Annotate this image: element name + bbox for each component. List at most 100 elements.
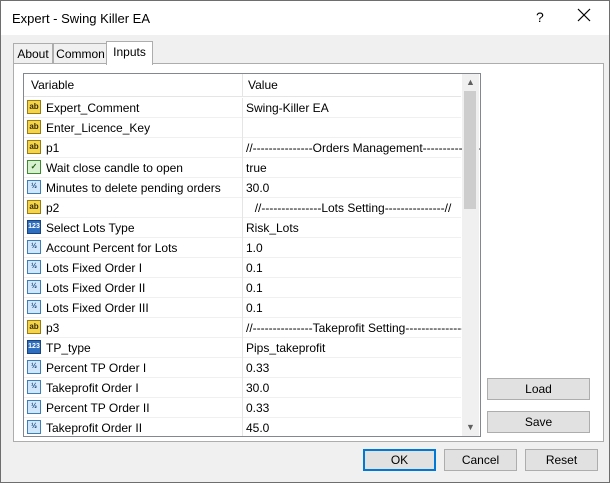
column-divider: [242, 358, 243, 378]
variable-value[interactable]: //---------------Takeprofit Setting-----…: [246, 318, 472, 338]
table-row[interactable]: ab Expert_Comment Swing-Killer EA: [24, 98, 461, 118]
column-header-variable[interactable]: Variable: [31, 74, 74, 96]
double-type-icon: ½: [27, 180, 41, 194]
vertical-scrollbar[interactable]: ▲ ▼: [462, 74, 479, 436]
table-row[interactable]: ½ Minutes to delete pending orders 30.0: [24, 178, 461, 198]
column-divider: [242, 138, 243, 158]
inputs-table[interactable]: Variable Value ab Expert_Comment Swing-Kil…: [23, 73, 481, 437]
title-bar[interactable]: Expert - Swing Killer EA ?: [1, 1, 609, 35]
table-row[interactable]: ½ Account Percent for Lots 1.0: [24, 238, 461, 258]
table-row[interactable]: ½ Percent TP Order I 0.33: [24, 358, 461, 378]
table-row[interactable]: ab p1 //---------------Orders Management--…: [24, 138, 480, 158]
table-body: ab Expert_Comment Swing-Killer EA ab Enter_L…: [24, 98, 480, 436]
scroll-up-icon[interactable]: ▲: [462, 74, 479, 91]
column-divider: [242, 258, 243, 278]
enum-type-icon: 123: [27, 220, 41, 234]
variable-value[interactable]: 30.0: [246, 178, 269, 198]
table-row[interactable]: ½ Percent TP Order II 0.33: [24, 398, 461, 418]
table-row[interactable]: 123 Select Lots Type Risk_Lots: [24, 218, 461, 238]
string-type-icon: ab: [27, 320, 41, 334]
table-row[interactable]: ½ Lots Fixed Order III 0.1: [24, 298, 461, 318]
tab-about[interactable]: About: [13, 43, 53, 64]
load-button[interactable]: Load: [487, 378, 590, 400]
double-type-icon: ½: [27, 360, 41, 374]
table-header: Variable Value: [24, 74, 461, 97]
column-divider: [242, 198, 243, 218]
scroll-thumb[interactable]: [464, 91, 476, 209]
double-type-icon: ½: [27, 300, 41, 314]
save-button[interactable]: Save: [487, 411, 590, 433]
ok-button[interactable]: OK: [363, 449, 436, 471]
tab-inputs[interactable]: Inputs: [106, 41, 153, 65]
double-type-icon: ½: [27, 260, 41, 274]
variable-value[interactable]: 30.0: [246, 378, 269, 398]
table-row[interactable]: ½ Lots Fixed Order I 0.1: [24, 258, 461, 278]
column-header-value[interactable]: Value: [248, 74, 278, 96]
variable-name: Percent TP Order II: [46, 401, 150, 415]
column-divider: [242, 398, 243, 418]
table-row[interactable]: ½ Takeprofit Order II 45.0: [24, 418, 461, 436]
string-type-icon: ab: [27, 100, 41, 114]
variable-name: Takeprofit Order II: [46, 421, 143, 435]
variable-name: Percent TP Order I: [46, 361, 147, 375]
column-divider: [242, 98, 243, 118]
variable-name: Takeprofit Order I: [46, 381, 139, 395]
variable-value[interactable]: 0.1: [246, 298, 263, 318]
variable-value[interactable]: Swing-Killer EA: [246, 98, 329, 118]
variable-value[interactable]: //---------------Orders Management------…: [246, 138, 480, 158]
variable-value[interactable]: 0.33: [246, 358, 269, 378]
variable-value[interactable]: Risk_Lots: [246, 218, 299, 238]
column-divider: [242, 338, 243, 358]
variable-value[interactable]: //---------------Lots Setting-----------…: [246, 198, 460, 218]
column-divider: [242, 158, 243, 178]
close-icon[interactable]: [576, 7, 592, 23]
variable-value[interactable]: 0.1: [246, 258, 263, 278]
column-divider: [242, 118, 243, 138]
column-divider: [242, 74, 243, 96]
variable-value[interactable]: 1.0: [246, 238, 263, 258]
cancel-button[interactable]: Cancel: [444, 449, 517, 471]
variable-name: Wait close candle to open: [46, 161, 183, 175]
table-row[interactable]: ab p2 //---------------Lots Setting-------…: [24, 198, 461, 218]
reset-button[interactable]: Reset: [525, 449, 598, 471]
string-type-icon: ab: [27, 120, 41, 134]
window-title: Expert - Swing Killer EA: [12, 11, 150, 26]
column-divider: [242, 298, 243, 318]
table-row[interactable]: ab p3 //---------------Takeprofit Setting-…: [24, 318, 472, 338]
variable-value[interactable]: 0.33: [246, 398, 269, 418]
variable-name: p3: [46, 321, 60, 335]
column-divider: [242, 218, 243, 238]
variable-value[interactable]: Pips_takeprofit: [246, 338, 325, 358]
column-divider: [242, 378, 243, 398]
tab-common[interactable]: Common: [53, 43, 108, 64]
double-type-icon: ½: [27, 380, 41, 394]
variable-name: Enter_Licence_Key: [46, 121, 151, 135]
help-button[interactable]: ?: [536, 9, 544, 25]
string-type-icon: ab: [27, 200, 41, 214]
table-row[interactable]: ½ Takeprofit Order I 30.0: [24, 378, 461, 398]
table-row[interactable]: ab Enter_Licence_Key: [24, 118, 461, 138]
double-type-icon: ½: [27, 420, 41, 434]
variable-name: p1: [46, 141, 60, 155]
scroll-down-icon[interactable]: ▼: [462, 419, 479, 436]
table-row[interactable]: 123 TP_type Pips_takeprofit: [24, 338, 461, 358]
table-row[interactable]: ½ Lots Fixed Order II 0.1: [24, 278, 461, 298]
double-type-icon: ½: [27, 240, 41, 254]
variable-name: Lots Fixed Order II: [46, 281, 146, 295]
variable-value[interactable]: 0.1: [246, 278, 263, 298]
column-divider: [242, 238, 243, 258]
variable-name: Lots Fixed Order I: [46, 261, 143, 275]
variable-value[interactable]: true: [246, 158, 267, 178]
variable-name: Minutes to delete pending orders: [46, 181, 221, 195]
column-divider: [242, 318, 243, 338]
variable-name: TP_type: [46, 341, 91, 355]
variable-value[interactable]: 45.0: [246, 418, 269, 436]
bool-type-icon: ✓: [27, 160, 41, 174]
variable-name: Lots Fixed Order III: [46, 301, 149, 315]
double-type-icon: ½: [27, 280, 41, 294]
table-row[interactable]: ✓ Wait close candle to open true: [24, 158, 461, 178]
column-divider: [242, 418, 243, 436]
variable-name: Account Percent for Lots: [46, 241, 178, 255]
column-divider: [242, 178, 243, 198]
variable-name: p2: [46, 201, 60, 215]
